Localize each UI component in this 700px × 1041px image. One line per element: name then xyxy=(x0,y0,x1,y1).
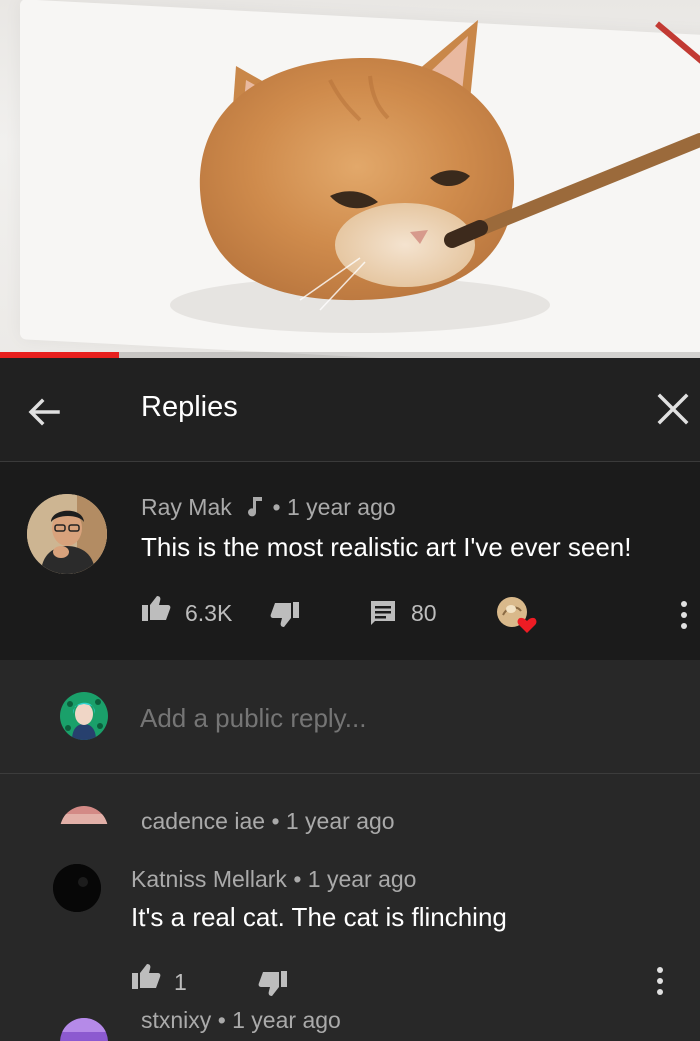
reply-input[interactable] xyxy=(140,700,660,736)
comment-time: • 1 year ago xyxy=(272,494,396,520)
creator-heart-icon xyxy=(497,597,537,633)
more-vert-icon[interactable] xyxy=(676,596,692,636)
comment-meta: Ray Mak • 1 year ago xyxy=(141,494,396,521)
comment-author[interactable]: Katniss Mellark xyxy=(131,866,287,892)
dislike-icon[interactable] xyxy=(270,601,300,629)
reply-count: 80 xyxy=(411,600,437,626)
avatar-image xyxy=(60,806,108,824)
comment-time: • 1 year ago xyxy=(271,808,395,834)
avatar[interactable] xyxy=(60,806,108,824)
avatar-image xyxy=(60,1018,108,1041)
comment-meta: cadence iae • 1 year ago xyxy=(141,808,395,835)
comment-text: This is the most realistic art I've ever… xyxy=(141,532,632,562)
main-comment: Ray Mak • 1 year ago This is the most re… xyxy=(0,462,700,660)
comment-text: It's a real cat. The cat is flinching xyxy=(131,902,507,932)
comment-author[interactable]: cadence iae xyxy=(141,808,265,834)
like-icon[interactable] xyxy=(141,594,171,622)
reply-comment-icon[interactable] xyxy=(369,599,397,627)
current-user-avatar xyxy=(60,692,108,740)
comment-author[interactable]: Ray Mak xyxy=(141,494,232,520)
arrow-left-icon[interactable] xyxy=(24,392,64,432)
like-count: 6.3K xyxy=(185,600,233,626)
more-vert-icon[interactable] xyxy=(652,962,668,1002)
avatar[interactable] xyxy=(60,1018,108,1041)
avatar[interactable] xyxy=(27,494,107,574)
like-icon[interactable] xyxy=(131,962,161,990)
avatar[interactable] xyxy=(53,864,101,912)
avatar-image xyxy=(53,864,101,912)
comment-author[interactable]: stxnixy xyxy=(141,1007,211,1033)
music-note-icon xyxy=(248,497,263,517)
comment-meta: Katniss Mellark • 1 year ago xyxy=(131,866,416,893)
avatar-image xyxy=(60,692,108,740)
replies-header: Replies xyxy=(0,358,700,462)
page-title: Replies xyxy=(141,391,238,423)
reply-box xyxy=(0,660,700,774)
comment-time: • 1 year ago xyxy=(217,1007,341,1033)
comment-meta: stxnixy • 1 year ago xyxy=(141,1007,341,1034)
cat-video-frame xyxy=(170,20,700,333)
replies-list: cadence iae • 1 year ago Katniss Mellark… xyxy=(0,774,700,1041)
dislike-icon[interactable] xyxy=(258,970,288,998)
comment-time: • 1 year ago xyxy=(293,866,417,892)
like-count: 1 xyxy=(174,969,187,995)
close-icon[interactable] xyxy=(652,388,694,430)
video-player[interactable] xyxy=(0,0,700,358)
avatar-image xyxy=(27,494,107,574)
